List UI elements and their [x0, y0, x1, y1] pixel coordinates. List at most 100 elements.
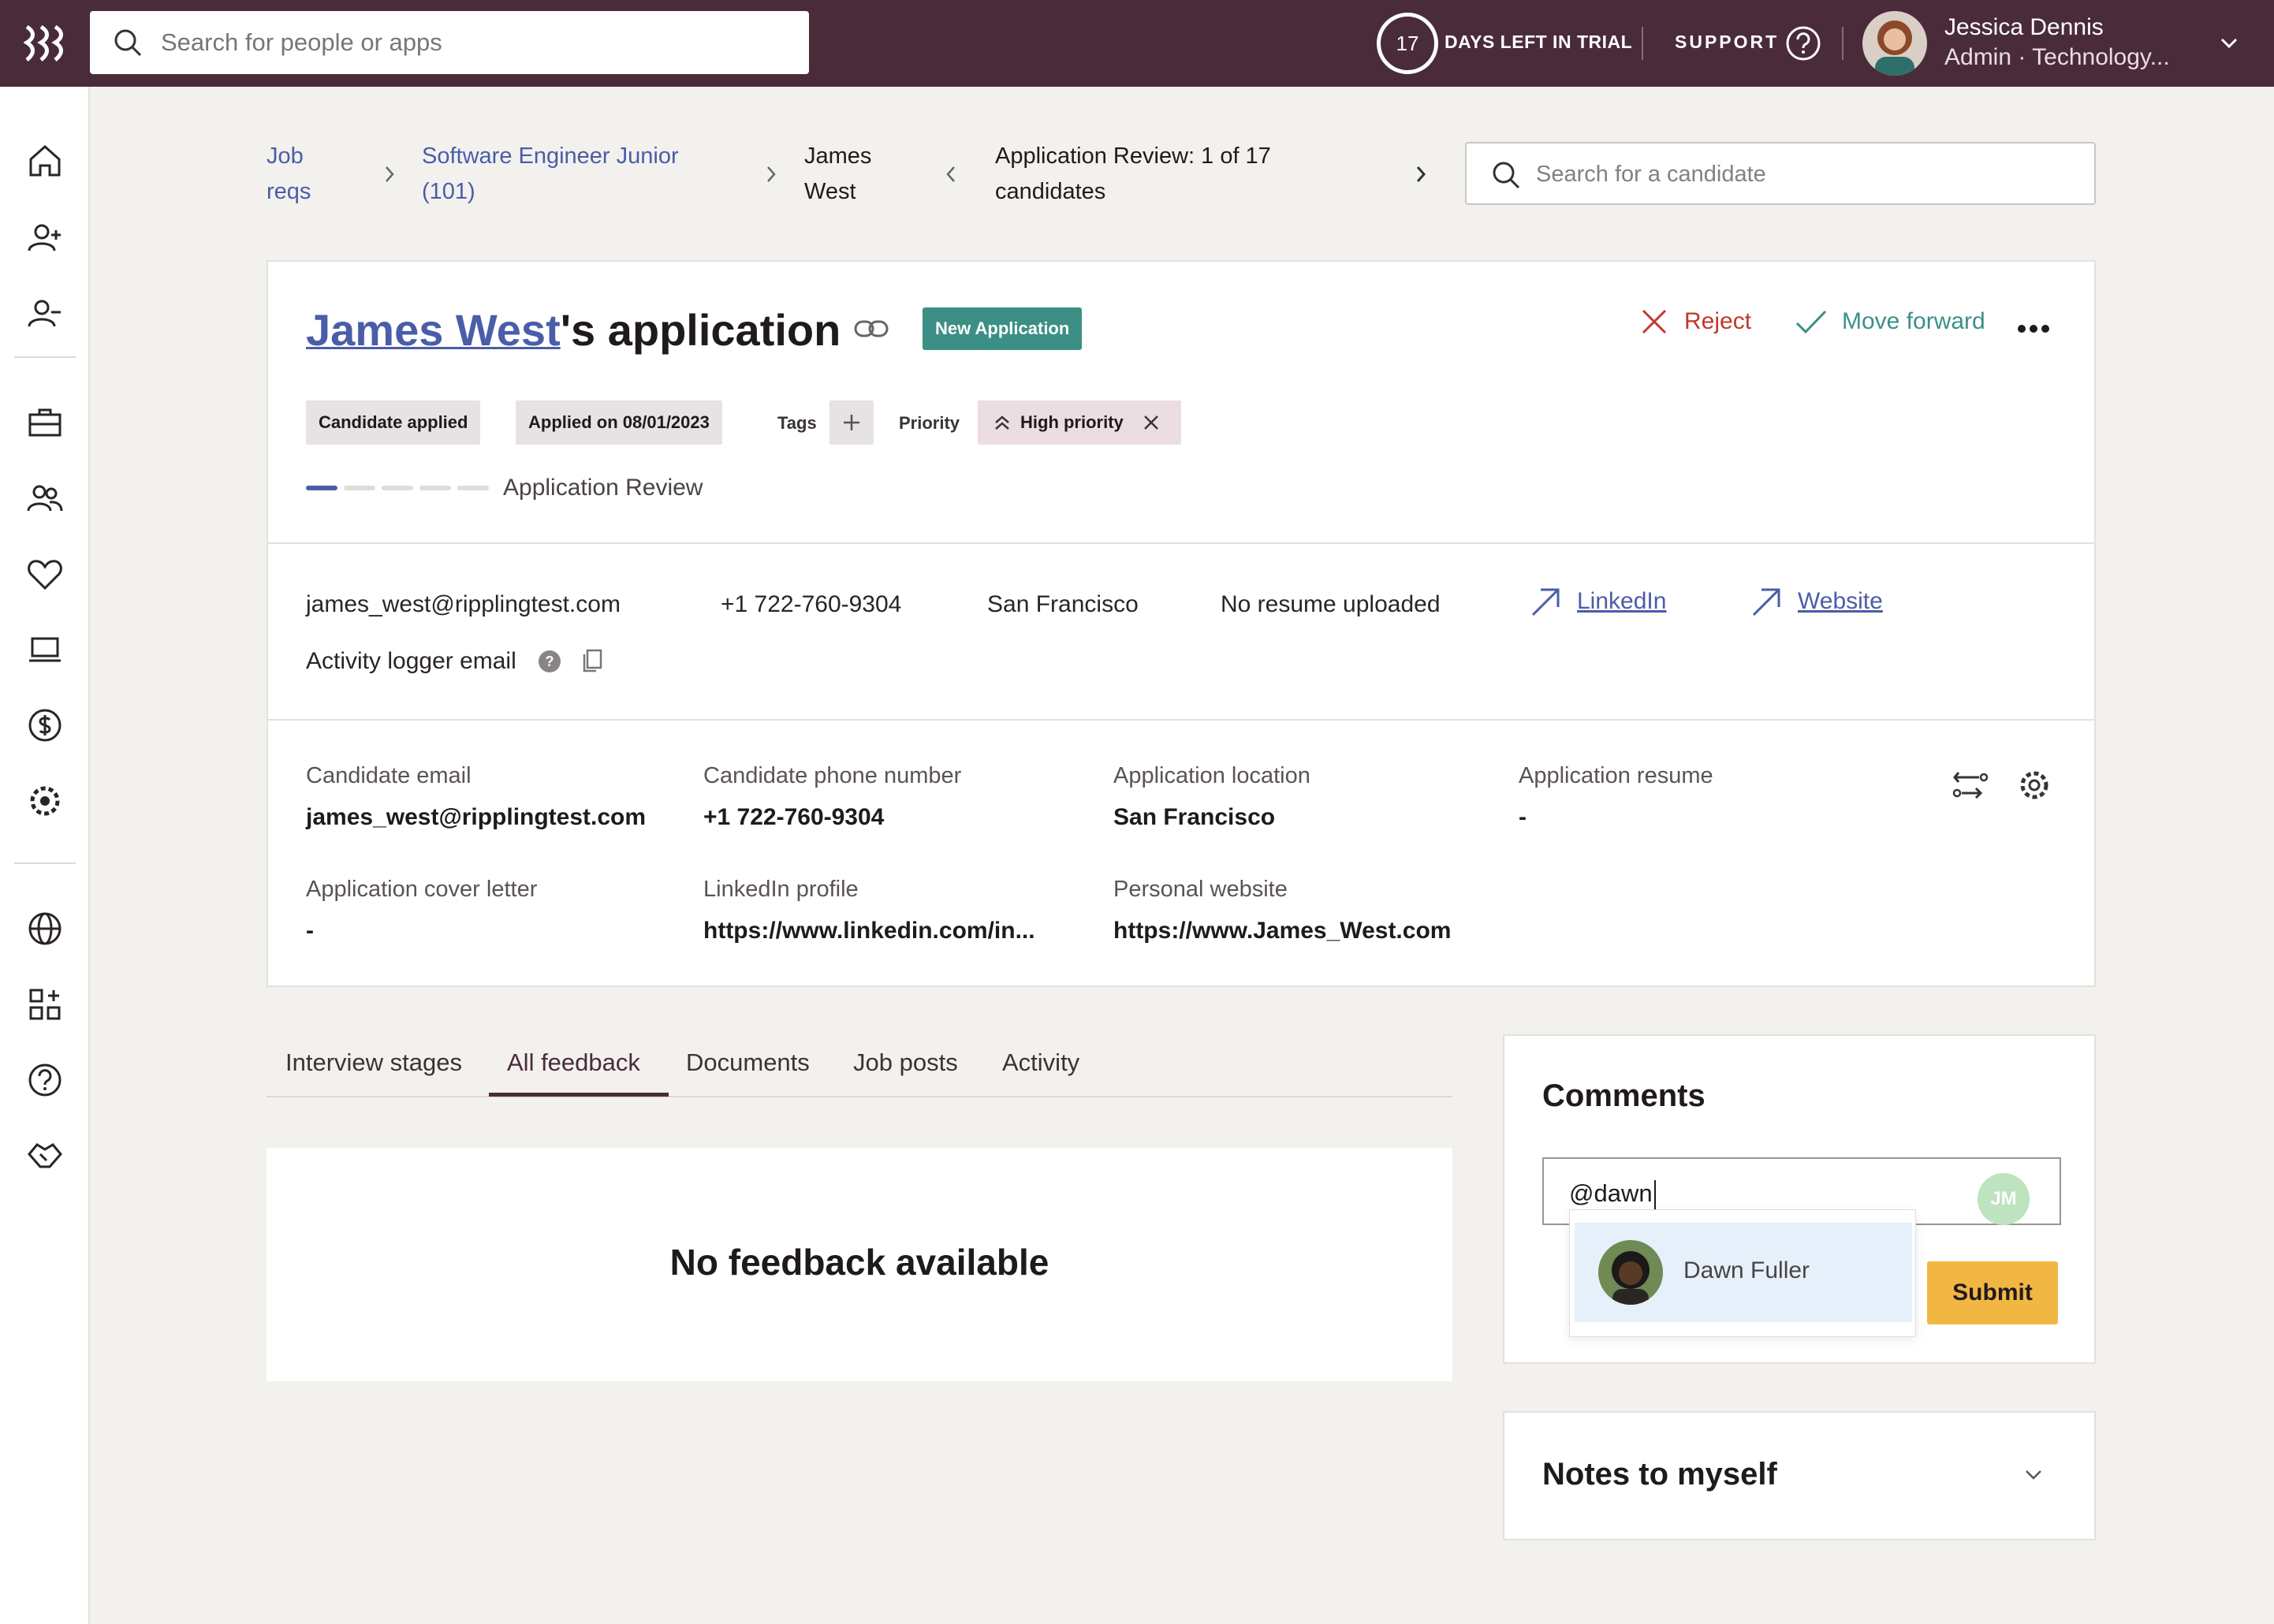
linkedin-link[interactable]: LinkedIn: [1530, 585, 1666, 618]
apps-icon[interactable]: [26, 985, 64, 1023]
trial-text[interactable]: DAYS LEFT IN TRIAL: [1445, 32, 1632, 53]
divider: [1642, 27, 1643, 60]
laptop-icon[interactable]: [26, 631, 64, 669]
status-badge: New Application: [923, 307, 1083, 350]
info-icon[interactable]: ?: [538, 650, 561, 673]
breadcrumb-job[interactable]: Software Engineer Junior (101): [422, 139, 679, 210]
people-icon[interactable]: [26, 479, 64, 517]
close-icon: [1642, 309, 1667, 334]
help-icon[interactable]: [1785, 25, 1821, 61]
candidate-name-link[interactable]: James West: [306, 305, 561, 355]
reject-label: Reject: [1684, 308, 1752, 334]
field-value: -: [1519, 804, 1527, 830]
field-value: +1 722-760-9304: [703, 804, 885, 830]
tab-interview-stages[interactable]: Interview stages: [285, 1049, 462, 1077]
breadcrumb-candidate: James West: [804, 139, 871, 210]
notes-title: Notes to myself: [1542, 1457, 1777, 1492]
previous-candidate-icon[interactable]: [943, 162, 959, 186]
feedback-panel: No feedback available: [267, 1148, 1452, 1381]
progress-segment: [344, 486, 375, 490]
breadcrumb-job-reqs-line1: Job: [267, 143, 304, 169]
notes-card[interactable]: Notes to myself: [1503, 1411, 2096, 1540]
candidate-search[interactable]: [1465, 142, 2096, 205]
field-value: https://www.linkedin.com/in...: [703, 918, 1035, 944]
user-role: Admin · Technology...: [1944, 44, 2170, 70]
comment-input-value: @dawn: [1569, 1179, 1653, 1207]
stage-label: Application Review: [503, 475, 703, 501]
submit-comment-button[interactable]: Submit: [1927, 1261, 2058, 1324]
tab-all-feedback[interactable]: All feedback: [507, 1049, 640, 1077]
heart-icon[interactable]: [26, 555, 64, 593]
more-options-icon[interactable]: [2017, 323, 2050, 334]
mention-dropdown: Dawn Fuller: [1569, 1209, 1916, 1337]
website-link[interactable]: Website: [1750, 585, 1883, 618]
double-chevron-up-icon: [995, 415, 1009, 430]
application-header-card: James West's application New Application…: [267, 260, 2096, 544]
divider: [1842, 27, 1843, 60]
remove-person-icon[interactable]: [26, 295, 64, 333]
tab-documents[interactable]: Documents: [686, 1049, 810, 1077]
globe-icon[interactable]: [26, 910, 64, 948]
chevron-right-icon: [767, 166, 776, 182]
global-search-input[interactable]: [161, 24, 792, 61]
breadcrumb-candidate-line2: West: [804, 179, 856, 204]
copy-link-icon[interactable]: [853, 317, 889, 341]
add-person-icon[interactable]: [26, 219, 64, 257]
review-counter-line1: Application Review: 1 of 17: [995, 143, 1271, 169]
next-candidate-icon[interactable]: [1413, 162, 1429, 186]
settings-icon[interactable]: [26, 782, 64, 820]
remove-priority-icon[interactable]: [1143, 414, 1160, 431]
field-value: San Francisco: [1113, 804, 1276, 830]
briefcase-icon[interactable]: [26, 404, 64, 441]
dollar-icon[interactable]: [26, 706, 64, 744]
contact-email: james_west@ripplingtest.com: [306, 591, 621, 617]
page-title: James West's application: [306, 304, 841, 356]
add-tag-button[interactable]: [829, 400, 874, 445]
candidate-search-input[interactable]: [1536, 156, 2072, 192]
tab-job-posts[interactable]: Job posts: [853, 1049, 958, 1077]
support-link[interactable]: SUPPORT: [1675, 32, 1779, 53]
avatar: JM: [1978, 1173, 2030, 1225]
contact-card: james_west@ripplingtest.com +1 722-760-9…: [267, 542, 2096, 721]
breadcrumb-job-line1: Software Engineer Junior: [422, 143, 679, 169]
divider: [14, 862, 76, 864]
applied-on-chip: Applied on 08/01/2023: [516, 400, 722, 445]
progress-segment: [419, 486, 451, 490]
user-avatar[interactable]: [1862, 11, 1927, 76]
user-name[interactable]: Jessica Dennis: [1944, 14, 2104, 41]
comments-title: Comments: [1542, 1078, 1706, 1113]
contact-location: San Francisco: [987, 591, 1139, 617]
tab-activity[interactable]: Activity: [1002, 1049, 1079, 1077]
mention-suggestion[interactable]: Dawn Fuller: [1575, 1223, 1912, 1322]
top-bar: 17 DAYS LEFT IN TRIAL SUPPORT Jessica De…: [0, 0, 2274, 87]
move-forward-button[interactable]: Move forward: [1795, 307, 1985, 336]
rippling-logo[interactable]: [23, 24, 68, 63]
help-icon[interactable]: [26, 1061, 64, 1099]
tab-bar: Interview stages All feedback Documents …: [267, 1033, 1452, 1097]
website-label: Website: [1798, 588, 1883, 614]
breadcrumb-job-line2: (101): [422, 179, 475, 204]
avatar: [1598, 1240, 1663, 1305]
priority-chip[interactable]: High priority: [978, 400, 1181, 445]
copy-icon[interactable]: [580, 648, 604, 673]
external-link-icon: [1752, 588, 1780, 616]
handshake-icon[interactable]: [26, 1137, 64, 1175]
chevron-down-icon[interactable]: [2217, 32, 2241, 55]
progress-segment: [382, 486, 413, 490]
gear-icon[interactable]: [2015, 766, 2053, 804]
divider: [14, 356, 76, 358]
reject-button[interactable]: Reject: [1640, 307, 1751, 336]
chevron-down-icon[interactable]: [2022, 1463, 2045, 1487]
swap-fields-icon[interactable]: [1952, 768, 1989, 804]
stage-progress: [306, 486, 489, 490]
breadcrumb-job-reqs[interactable]: Job reqs: [267, 139, 311, 210]
search-icon: [114, 29, 142, 57]
home-icon[interactable]: [26, 142, 64, 180]
global-search[interactable]: [90, 11, 809, 74]
review-counter-line2: candidates: [995, 179, 1106, 204]
mention-name: Dawn Fuller: [1683, 1257, 1810, 1283]
comment-input-text: @dawn: [1569, 1179, 1656, 1210]
contact-resume: No resume uploaded: [1221, 591, 1441, 617]
tags-label: Tags: [777, 413, 817, 433]
text-caret: [1653, 1179, 1656, 1210]
